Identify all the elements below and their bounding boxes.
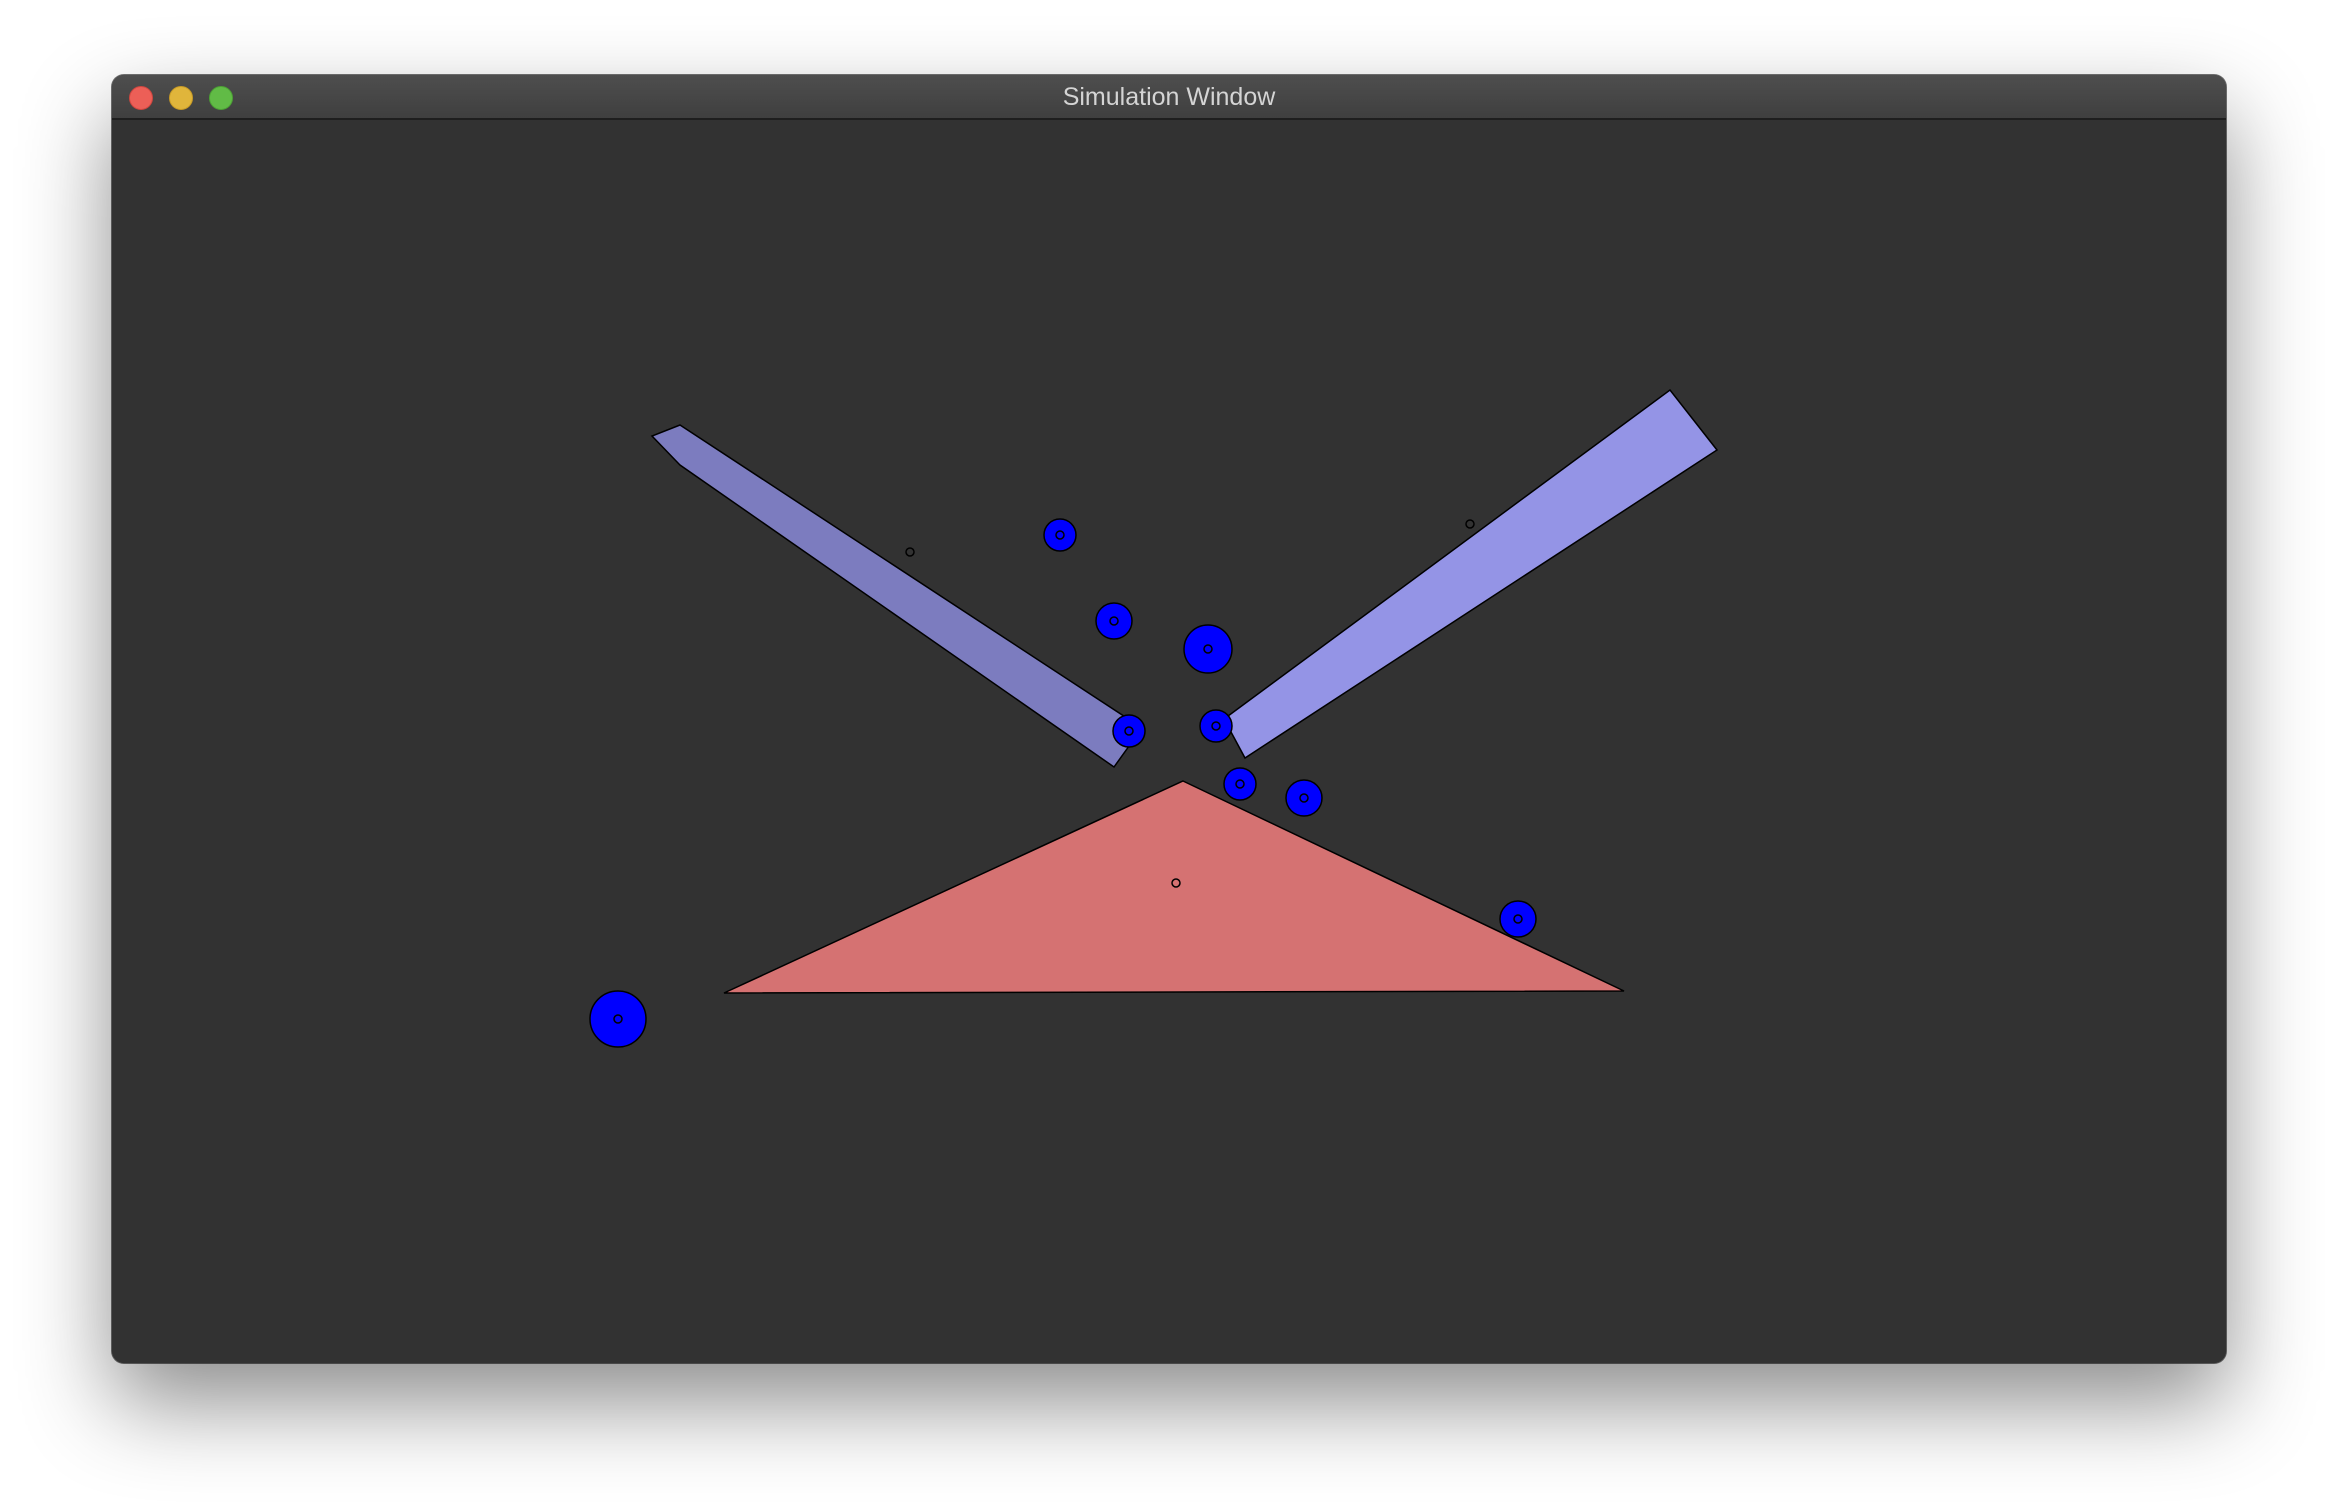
simulation-canvas[interactable]	[112, 120, 2226, 1363]
ball	[1183, 624, 1233, 674]
simulation-window: Simulation Window	[112, 75, 2226, 1363]
ball	[1112, 714, 1146, 748]
window-title: Simulation Window	[1062, 83, 1276, 111]
right-bar	[1223, 388, 1719, 760]
right-bar-center	[1465, 519, 1475, 529]
ball	[1095, 602, 1133, 640]
ball	[1285, 779, 1323, 817]
ball	[1499, 900, 1537, 938]
title-bar: Simulation Window	[112, 75, 2226, 120]
left-bar	[650, 424, 1144, 769]
ball	[589, 990, 647, 1048]
ball	[1199, 709, 1233, 743]
ball	[1223, 767, 1257, 801]
left-bar-center	[905, 547, 915, 557]
simulation-scene	[589, 388, 1719, 1048]
ball	[1043, 518, 1077, 552]
